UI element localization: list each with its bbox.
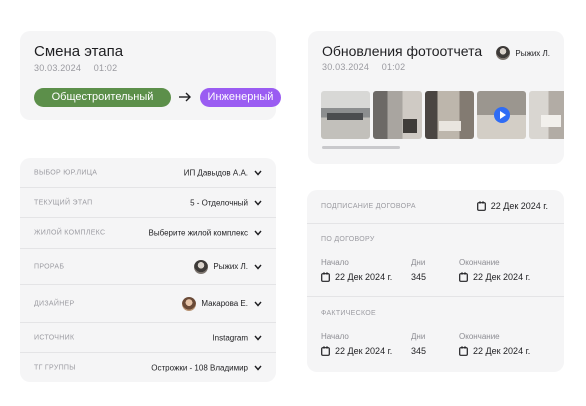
field-value: ИП Давыдов А.А. [183, 168, 248, 177]
calendar-icon [321, 346, 330, 356]
field-label: ИСТОЧНИК [34, 334, 75, 341]
start-label: Начало [321, 332, 349, 341]
actual-end[interactable]: Окончание 22 Дек 2024 г. [459, 332, 530, 356]
by-contract-label: ПО ДОГОВОРУ [321, 236, 375, 243]
field-value: Рыжих Л. [194, 259, 248, 274]
chevron-down-icon[interactable] [254, 365, 262, 371]
photo-report-card: Обновления фотоотчета 30.03.2024 01:02 Р… [308, 31, 564, 164]
chevron-down-icon[interactable] [254, 301, 262, 307]
field-value: 5 - Отделочный [190, 198, 248, 207]
stage-change-card: Смена этапа 30.03.2024 01:02 Общестроите… [20, 31, 281, 120]
calendar-icon [476, 201, 486, 211]
field-label: ТЕКУЩИЙ ЭТАП [34, 199, 93, 206]
days-value: 345 [411, 272, 427, 282]
field-label: ТГ ГРУППЫ [34, 364, 76, 371]
start-date: 22 Дек 2024 г. [335, 346, 393, 356]
arrow-right-icon [179, 92, 191, 102]
contract-signing-row[interactable]: ПОДПИСАНИЕ ДОГОВОРА 22 Дек 2024 г. [307, 190, 564, 224]
photo-thumbnails-strip[interactable] [321, 91, 564, 139]
project-fields-panel: ВЫБОР ЮР.ЛИЦА ИП Давыдов А.А. ТЕКУЩИЙ ЭТ… [20, 158, 276, 382]
contract-dates-card: ПОДПИСАНИЕ ДОГОВОРА 22 Дек 2024 г. ПО ДО… [307, 190, 564, 372]
by-contract-start[interactable]: Начало 22 Дек 2024 г. [321, 258, 392, 282]
stage-change-timestamp: 30.03.2024 01:02 [34, 63, 127, 73]
field-label: ПРОРАБ [34, 263, 65, 270]
video-thumbnail[interactable] [477, 91, 526, 139]
field-row-tg-groups[interactable]: ТГ ГРУППЫ Острожки - 108 Владимир [20, 353, 276, 382]
photo-thumbnail[interactable] [321, 91, 370, 139]
avatar [194, 259, 209, 274]
actual-start[interactable]: Начало 22 Дек 2024 г. [321, 332, 392, 356]
field-value: Выберите жилой комплекс [148, 228, 249, 238]
chevron-down-icon[interactable] [254, 170, 262, 176]
start-date: 22 Дек 2024 г. [335, 272, 393, 282]
photo-report-time: 01:02 [381, 62, 406, 72]
field-row-designer[interactable]: ДИЗАЙНЕР Макарова Е. [20, 285, 276, 323]
chevron-down-icon[interactable] [254, 200, 262, 206]
calendar-icon [459, 346, 468, 356]
thumbnails-scrollbar[interactable] [322, 146, 400, 149]
chevron-down-icon[interactable] [254, 264, 262, 270]
by-contract-section: ПО ДОГОВОРУ Начало 22 Дек 2024 г. Дни 34… [307, 224, 564, 297]
actual-section: ФАКТИЧЕСКОЕ Начало 22 Дек 2024 г. Дни 34… [307, 297, 564, 372]
avatar [496, 46, 511, 60]
photo-report-author[interactable]: Рыжих Л. [496, 46, 550, 60]
signing-date[interactable]: 22 Дек 2024 г. [476, 201, 548, 211]
chevron-down-icon[interactable] [254, 230, 262, 236]
photo-thumbnail[interactable] [425, 91, 474, 139]
stage-change-time: 01:02 [93, 63, 118, 73]
field-row-legal-entity[interactable]: ВЫБОР ЮР.ЛИЦА ИП Давыдов А.А. [20, 158, 276, 188]
photo-thumbnail[interactable] [373, 91, 422, 139]
signing-label: ПОДПИСАНИЕ ДОГОВОРА [321, 203, 416, 210]
photo-report-date: 30.03.2024 [322, 62, 370, 72]
calendar-icon [321, 272, 330, 282]
field-value: Острожки - 108 Владимир [151, 363, 248, 372]
end-label: Окончание [459, 258, 500, 267]
end-date: 22 Дек 2024 г. [473, 346, 531, 356]
field-row-residential-complex[interactable]: ЖИЛОЙ КОМПЛЕКС Выберите жилой комплекс [20, 218, 276, 249]
to-stage-badge: Инженерный [200, 88, 281, 107]
actual-label: ФАКТИЧЕСКОЕ [321, 310, 377, 317]
photo-report-title: Обновления фотоотчета [322, 43, 483, 59]
field-label: ДИЗАЙНЕР [34, 300, 75, 307]
end-label: Окончание [459, 332, 500, 341]
actual-days: Дни 345 [411, 332, 426, 356]
photo-thumbnail[interactable] [529, 91, 564, 139]
avatar [182, 296, 197, 311]
photo-report-timestamp: 30.03.2024 01:02 [322, 62, 415, 72]
start-label: Начало [321, 258, 349, 267]
author-name: Рыжих Л. [515, 48, 550, 58]
play-icon[interactable] [494, 107, 510, 123]
stage-change-date: 30.03.2024 [34, 63, 82, 73]
days-value: 345 [411, 346, 427, 356]
chevron-down-icon[interactable] [254, 335, 262, 341]
field-value: Макарова Е. [182, 296, 248, 311]
field-label: ЖИЛОЙ КОМПЛЕКС [34, 229, 106, 237]
field-row-foreman[interactable]: ПРОРАБ Рыжих Л. [20, 249, 276, 285]
by-contract-end[interactable]: Окончание 22 Дек 2024 г. [459, 258, 530, 282]
from-stage-badge: Общестроительный [34, 88, 171, 107]
signing-date-value: 22 Дек 2024 г. [490, 201, 548, 211]
field-row-source[interactable]: ИСТОЧНИК Instagram [20, 323, 276, 353]
days-label: Дни [411, 332, 426, 341]
stage-change-title: Смена этапа [34, 43, 124, 60]
days-label: Дни [411, 258, 426, 267]
field-row-current-stage[interactable]: ТЕКУЩИЙ ЭТАП 5 - Отделочный [20, 188, 276, 218]
end-date: 22 Дек 2024 г. [473, 272, 531, 282]
designer-name: Макарова Е. [201, 299, 248, 308]
field-label: ВЫБОР ЮР.ЛИЦА [34, 169, 98, 176]
by-contract-days: Дни 345 [411, 258, 426, 282]
foreman-name: Рыжих Л. [213, 262, 248, 271]
calendar-icon [459, 272, 468, 282]
field-value: Instagram [212, 333, 248, 342]
